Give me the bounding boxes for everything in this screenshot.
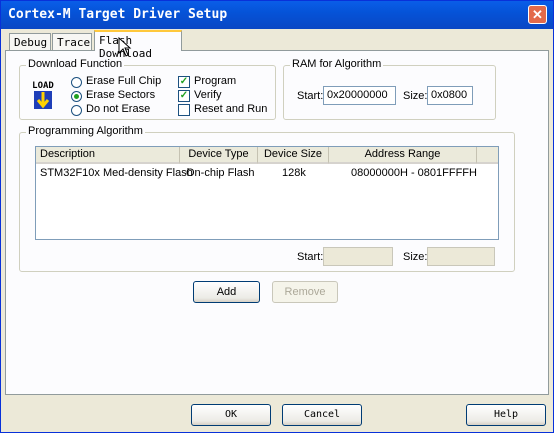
cancel-button[interactable]: Cancel <box>282 404 362 426</box>
close-icon: ✕ <box>532 7 543 22</box>
add-button[interactable]: Add <box>193 281 260 303</box>
title-bar[interactable]: Cortex-M Target Driver Setup ✕ <box>1 1 553 29</box>
group-label: RAM for Algorithm <box>290 58 384 70</box>
ram-start-label: Start: <box>297 90 324 102</box>
erase-full-chip-label: Erase Full Chip <box>86 75 162 87</box>
ram-size-input[interactable]: 0x0800 <box>427 86 473 105</box>
algorithm-size-label: Size: <box>403 251 428 263</box>
erase-sectors-radio[interactable] <box>71 91 82 102</box>
algorithm-size-input <box>427 247 495 266</box>
dialog-window: Cortex-M Target Driver Setup ✕ Debug Tra… <box>0 0 554 433</box>
close-button[interactable]: ✕ <box>528 5 547 24</box>
ram-start-input[interactable]: 0x20000000 <box>323 86 396 105</box>
load-icon: LOAD <box>27 78 59 110</box>
load-icon-text: LOAD <box>32 81 54 91</box>
column-header-device-size[interactable]: Device Size <box>258 147 329 164</box>
download-function-group: Download Function LOAD Erase Full Chip E… <box>19 58 276 120</box>
verify-label: Verify <box>194 89 222 101</box>
erase-sectors-label: Erase Sectors <box>86 89 156 101</box>
column-header-device-type[interactable]: Device Type <box>180 147 258 164</box>
tab-debug[interactable]: Debug <box>9 33 51 50</box>
row-device-size: 128k <box>282 167 306 179</box>
reset-and-run-checkbox[interactable] <box>178 104 190 116</box>
program-checkbox[interactable]: ✓ <box>178 76 190 88</box>
erase-full-chip-radio[interactable] <box>71 77 82 88</box>
mouse-cursor-icon <box>118 36 132 57</box>
ram-for-algorithm-group: RAM for Algorithm Start: 0x20000000 Size… <box>283 58 496 120</box>
window-title: Cortex-M Target Driver Setup <box>8 7 228 22</box>
row-address-range: 08000000H - 0801FFFFH <box>351 167 477 179</box>
ram-size-label: Size: <box>403 90 428 102</box>
group-label: Programming Algorithm <box>26 125 145 137</box>
remove-button: Remove <box>272 281 338 303</box>
algorithm-start-label: Start: <box>297 251 324 263</box>
verify-checkbox[interactable]: ✓ <box>178 90 190 102</box>
tab-flash-download[interactable]: Flash Download <box>94 30 182 60</box>
do-not-erase-radio[interactable] <box>71 105 82 116</box>
algorithm-list[interactable]: Description Device Type Device Size Addr… <box>35 146 499 240</box>
tab-label: Trace <box>57 36 91 49</box>
column-header-address-range[interactable]: Address Range <box>329 147 477 164</box>
row-device-type: On-chip Flash <box>186 167 255 179</box>
tab-trace[interactable]: Trace <box>52 33 92 50</box>
row-description: STM32F10x Med-density Flash <box>40 167 193 179</box>
column-header-filler <box>477 147 498 164</box>
program-label: Program <box>194 75 237 87</box>
reset-and-run-label: Reset and Run <box>194 103 268 115</box>
help-button[interactable]: Help <box>466 404 546 426</box>
column-header-description[interactable]: Description <box>36 147 180 164</box>
algorithm-start-input <box>323 247 393 266</box>
tab-label: Debug <box>14 36 48 49</box>
tab-panel: Download Function LOAD Erase Full Chip E… <box>5 50 549 395</box>
do-not-erase-label: Do not Erase <box>86 103 151 115</box>
ok-button[interactable]: OK <box>191 404 271 426</box>
